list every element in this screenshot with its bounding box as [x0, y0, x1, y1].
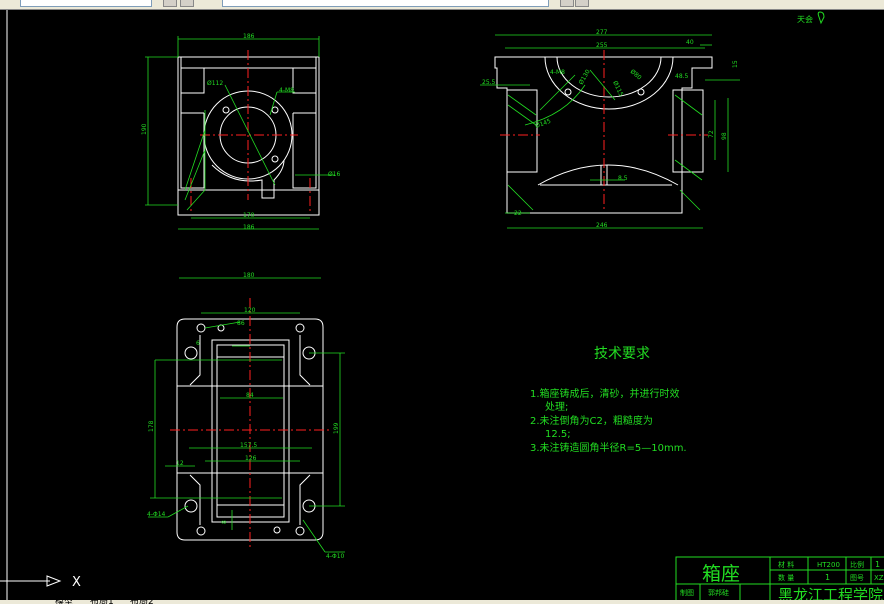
- toolbar-button[interactable]: [575, 0, 589, 7]
- front-view: 186 190 170 186 Ø112 4-M8 Ø16: [141, 33, 341, 231]
- dim-label: 199: [333, 422, 340, 434]
- dim-label: 98: [721, 132, 728, 140]
- scale-label: 比例: [850, 560, 864, 569]
- part-name: 箱座: [702, 563, 740, 585]
- dim-label: 170: [243, 212, 255, 219]
- quantity-label: 数 量: [778, 573, 794, 582]
- toolbar: [0, 0, 884, 10]
- drawing-canvas[interactable]: X 天会 186 190 170 186 Ø112 4-M8 Ø16 277 2…: [0, 10, 884, 604]
- dim-label: 190: [141, 123, 148, 135]
- light-bulb-icon: [817, 11, 825, 25]
- dim-label: 178: [148, 420, 155, 432]
- ucs-x-label: X: [72, 575, 81, 590]
- dim-label: 72: [708, 130, 715, 138]
- dim-label: 6: [196, 340, 200, 347]
- dim-label: 22: [514, 210, 522, 217]
- scale-value: 1: [875, 560, 880, 569]
- layout-tabs: 模型 布局1 布局2: [0, 600, 884, 604]
- dim-label: 40: [686, 39, 694, 46]
- school-name: 黑龙江工程学院: [778, 586, 883, 600]
- dim-label: 186: [243, 33, 255, 40]
- dim-label: Ø112: [207, 80, 223, 87]
- tech-req-line: 处理;: [545, 401, 568, 413]
- dim-label: 277: [596, 29, 608, 36]
- tab-layout2[interactable]: 布局2: [130, 600, 154, 604]
- dim-label: 25.5: [482, 79, 496, 86]
- tech-req-line: 1.箱座铸成后，清砂，并进行时效: [530, 387, 680, 400]
- dim-label: 255: [596, 42, 608, 49]
- material-label: 材 料: [778, 560, 794, 569]
- dim-label: 86: [237, 320, 245, 327]
- dim-label: Ø130: [578, 68, 592, 86]
- quantity-value: 1: [825, 573, 830, 582]
- dim-label: 186: [243, 224, 255, 231]
- dim-label: 120: [244, 307, 256, 314]
- dim-label: Ø80: [629, 68, 643, 81]
- tech-req-line: 12.5;: [545, 429, 571, 440]
- dim-label: 4-M8: [550, 69, 565, 76]
- side-view: 277 255 40 15 25.5 Ø130 Ø115 Ø80 Ø145 72…: [480, 29, 740, 229]
- tech-req-line: 2.未注倒角为C2，粗糙度为: [530, 414, 653, 427]
- layer-state-dropdown[interactable]: [222, 0, 549, 7]
- tab-model[interactable]: 模型: [55, 600, 73, 604]
- dim-label: 126: [245, 455, 257, 462]
- dim-label: 4-Φ10: [326, 553, 345, 560]
- plan-view: 180 120 86 6 84 178 199 157.5 126 12 4-Φ…: [147, 272, 345, 560]
- dim-label: 157.5: [240, 442, 257, 449]
- title-block: 箱座 材 料 HT200 比例 1 数 量 1 图号 XZ 制图 郭邦硅 黑龙江…: [675, 556, 884, 604]
- material-value: HT200: [817, 561, 840, 569]
- top-right-label: 天会: [797, 14, 813, 24]
- toolbar-button[interactable]: [560, 0, 574, 7]
- tab-layout1[interactable]: 布局1: [90, 600, 114, 604]
- dim-label: 48.5: [675, 73, 689, 80]
- technical-requirements: 技术要求 1.箱座铸成后，清砂，并进行时效 处理; 2.未注倒角为C2，粗糙度为…: [530, 346, 687, 454]
- drawn-by-value: 郭邦硅: [708, 588, 729, 597]
- dim-label: Ø115: [611, 80, 624, 98]
- dim-label: 4-M8: [279, 87, 294, 94]
- layer-dropdown[interactable]: [20, 0, 152, 7]
- dim-label: 180: [243, 272, 255, 279]
- dim-label: 8: [221, 520, 228, 524]
- drawing-no-value: XZ: [874, 574, 884, 582]
- dim-label: Ø16: [328, 171, 341, 178]
- toolbar-button[interactable]: [163, 0, 177, 7]
- drawing-no-label: 图号: [850, 574, 864, 582]
- tech-req-line: 3.未注铸造圆角半径R=5—10mm.: [530, 441, 687, 454]
- dim-label: 8.5: [618, 175, 628, 182]
- dim-label: 4-Φ14: [147, 511, 166, 518]
- dim-label: 246: [596, 222, 608, 229]
- toolbar-button[interactable]: [180, 0, 194, 7]
- tech-req-title: 技术要求: [594, 346, 650, 362]
- dim-label: 84: [246, 392, 254, 399]
- dim-label: 12: [176, 460, 184, 467]
- drawn-by-label: 制图: [680, 588, 694, 597]
- dim-label: 15: [732, 60, 739, 68]
